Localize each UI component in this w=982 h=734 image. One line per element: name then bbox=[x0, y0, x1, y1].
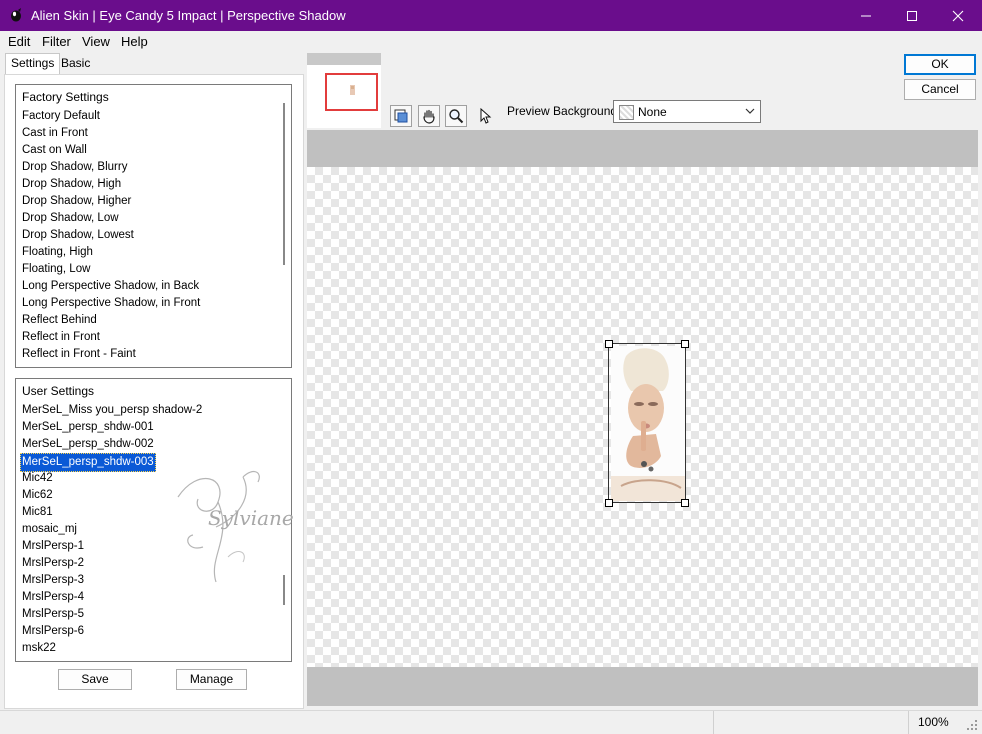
preview-background-label: Preview Background: bbox=[507, 104, 621, 118]
list-item[interactable]: MrslPersp-5 bbox=[22, 606, 84, 623]
list-item[interactable]: MrslPersp-2 bbox=[22, 555, 84, 572]
maximize-icon bbox=[907, 10, 917, 21]
watermark-flourish: Sylviane bbox=[177, 470, 294, 583]
maximize-button[interactable] bbox=[889, 0, 935, 31]
close-icon bbox=[952, 10, 964, 21]
settings-panel: Settings Basic Factory Settings Factory … bbox=[0, 51, 306, 709]
resize-grip-icon[interactable] bbox=[966, 719, 978, 731]
close-button[interactable] bbox=[935, 0, 981, 31]
minimize-button[interactable] bbox=[843, 0, 889, 31]
minimize-icon bbox=[861, 15, 871, 16]
status-bar: 100% bbox=[0, 710, 982, 734]
navigator-tool-button[interactable] bbox=[390, 105, 412, 127]
tab-basic[interactable]: Basic bbox=[56, 54, 95, 72]
list-item[interactable]: Long Perspective Shadow, in Front bbox=[22, 295, 200, 312]
tab-settings[interactable]: Settings bbox=[5, 53, 61, 74]
list-item[interactable]: msk22 bbox=[22, 640, 56, 657]
factory-settings-list[interactable]: Factory Settings Factory Default Cast in… bbox=[15, 84, 292, 368]
cancel-button[interactable]: Cancel bbox=[904, 79, 976, 100]
selection-box[interactable] bbox=[608, 343, 686, 503]
checker-swatch-icon bbox=[619, 105, 634, 120]
list-item[interactable]: Reflect Behind bbox=[22, 312, 97, 329]
list-item[interactable]: Mic81 bbox=[22, 504, 53, 521]
chevron-down-icon bbox=[745, 108, 755, 114]
factory-settings-header: Factory Settings bbox=[22, 90, 109, 104]
menu-bar: Edit Filter View Help bbox=[0, 31, 982, 51]
list-item[interactable]: MrslPersp-6 bbox=[22, 623, 84, 640]
list-item[interactable]: MerSeL_persp_shdw-002 bbox=[22, 436, 154, 453]
list-item[interactable]: Drop Shadow, High bbox=[22, 176, 121, 193]
resize-handle[interactable] bbox=[681, 499, 689, 507]
hand-tool-button[interactable] bbox=[418, 105, 440, 127]
menu-edit[interactable]: Edit bbox=[8, 34, 30, 49]
window-title: Alien Skin | Eye Candy 5 Impact | Perspe… bbox=[31, 8, 346, 23]
status-divider bbox=[908, 711, 910, 734]
list-item[interactable]: Factory Default bbox=[22, 108, 100, 125]
ok-button[interactable]: OK bbox=[904, 54, 976, 75]
list-item[interactable]: Drop Shadow, Low bbox=[22, 210, 119, 227]
resize-handle[interactable] bbox=[681, 340, 689, 348]
menu-help[interactable]: Help bbox=[121, 34, 148, 49]
title-bar: Alien Skin | Eye Candy 5 Impact | Perspe… bbox=[0, 0, 982, 31]
transparency-checkerboard[interactable] bbox=[307, 167, 978, 667]
pointer-tool-button[interactable] bbox=[474, 105, 496, 127]
list-item[interactable]: Long Perspective Shadow, in Back bbox=[22, 278, 199, 295]
list-item[interactable]: MerSeL_Miss you_persp shadow-2 bbox=[22, 402, 202, 419]
list-item[interactable]: Mic62 bbox=[22, 487, 53, 504]
list-item[interactable]: Drop Shadow, Blurry bbox=[22, 159, 127, 176]
preview-background-select[interactable]: None bbox=[613, 100, 761, 123]
list-item[interactable]: mosaic_mj bbox=[22, 521, 77, 538]
list-item[interactable]: Cast in Front bbox=[22, 125, 88, 142]
menu-filter[interactable]: Filter bbox=[42, 34, 71, 49]
list-item[interactable]: Mic42 bbox=[22, 470, 53, 487]
hand-icon bbox=[423, 109, 435, 124]
list-item[interactable]: Floating, Low bbox=[22, 261, 90, 278]
list-item[interactable]: Drop Shadow, Lowest bbox=[22, 227, 134, 244]
navigator-icon bbox=[394, 109, 408, 123]
list-item[interactable]: Drop Shadow, Higher bbox=[22, 193, 131, 210]
list-item[interactable]: Reflect in Front - Faint bbox=[22, 346, 136, 363]
menu-view[interactable]: View bbox=[82, 34, 110, 49]
arrow-pointer-icon bbox=[480, 108, 492, 124]
list-item[interactable]: MrslPersp-3 bbox=[22, 572, 84, 589]
user-settings-list[interactable]: User Settings MerSeL_Miss you_persp shad… bbox=[15, 378, 294, 662]
user-settings-header: User Settings bbox=[22, 384, 95, 398]
manage-button[interactable]: Manage bbox=[176, 669, 247, 690]
resize-handle[interactable] bbox=[605, 340, 613, 348]
navigator-thumbnail[interactable] bbox=[307, 53, 381, 128]
zoom-icon bbox=[449, 109, 464, 124]
preview-toolbar-area: Preview Background: None OK Cancel bbox=[307, 51, 982, 130]
list-item[interactable]: Cast on Wall bbox=[22, 142, 87, 159]
alien-skin-logo-icon bbox=[11, 8, 21, 22]
settings-tab-pane: Factory Settings Factory Default Cast in… bbox=[4, 74, 304, 709]
list-item[interactable]: MerSeL_persp_shdw-001 bbox=[22, 419, 154, 436]
factory-list-scrollbar[interactable] bbox=[283, 103, 285, 265]
save-button[interactable]: Save bbox=[58, 669, 132, 690]
watermark-text: Sylviane bbox=[208, 506, 294, 530]
zoom-tool-button[interactable] bbox=[445, 105, 467, 127]
navigator-view-rect[interactable] bbox=[325, 73, 378, 111]
list-item[interactable]: Floating, High bbox=[22, 244, 93, 261]
list-item[interactable]: MrslPersp-1 bbox=[22, 538, 84, 555]
preview-background-value: None bbox=[638, 105, 667, 119]
list-item[interactable]: MrslPersp-4 bbox=[22, 589, 84, 606]
status-divider bbox=[713, 711, 715, 734]
list-item[interactable]: Reflect in Front bbox=[22, 329, 100, 346]
resize-handle[interactable] bbox=[605, 499, 613, 507]
preview-canvas-area[interactable] bbox=[307, 130, 978, 706]
zoom-level: 100% bbox=[918, 715, 949, 729]
